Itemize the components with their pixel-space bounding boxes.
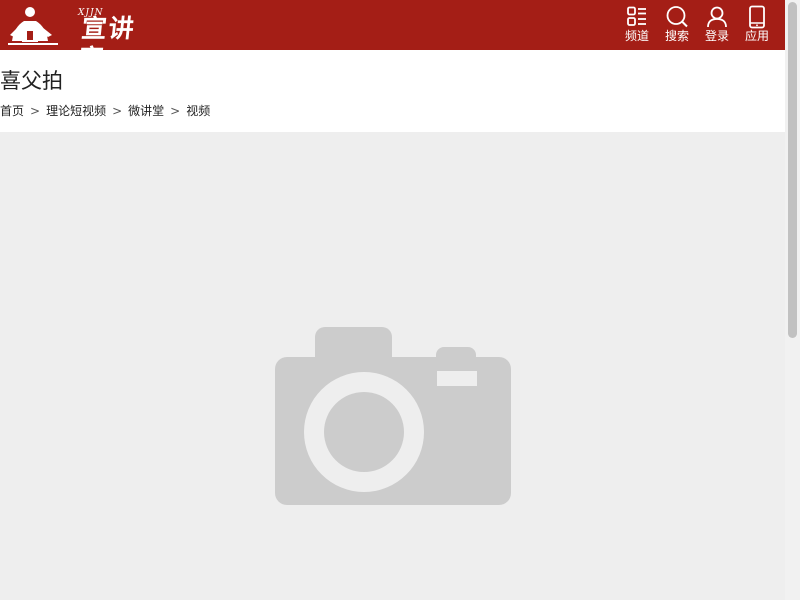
breadcrumb-micro-lecture[interactable]: 微讲堂	[128, 102, 164, 120]
breadcrumb-short-videos[interactable]: 理论短视频	[46, 102, 106, 120]
breadcrumb-video[interactable]: 视频	[186, 102, 210, 120]
video-player[interactable]	[0, 132, 785, 600]
scrollbar[interactable]	[785, 0, 800, 600]
breadcrumb-separator: >	[170, 104, 181, 118]
content: XJJN 宣讲家 频道 搜索 登录 应用 喜父拍 首页 > 理论短视频 > 微讲…	[0, 0, 785, 600]
site-logo[interactable]: XJJN 宣讲家	[8, 5, 158, 73]
nav-search-label: 搜索	[664, 29, 689, 43]
breadcrumb-separator: >	[112, 104, 123, 118]
scrollbar-thumb[interactable]	[788, 2, 797, 338]
nav-search[interactable]: 搜索	[657, 0, 697, 50]
nav-channels[interactable]: 频道	[617, 0, 657, 50]
user-icon	[707, 6, 727, 28]
page-title: 喜父拍	[0, 69, 63, 93]
nav-app-label: 应用	[744, 29, 769, 43]
grid-list-icon	[627, 6, 646, 26]
camera-placeholder-icon	[275, 327, 511, 505]
header-bar: XJJN 宣讲家 频道 搜索 登录 应用	[0, 0, 785, 73]
page: XJJN 宣讲家 频道 搜索 登录 应用 喜父拍 首页 > 理论短视频 > 微讲…	[0, 0, 800, 600]
lecturer-logo-icon	[8, 7, 58, 45]
breadcrumb-separator: >	[30, 104, 41, 118]
breadcrumb: 首页 > 理论短视频 > 微讲堂 > 视频	[0, 102, 210, 120]
breadcrumb-home[interactable]: 首页	[0, 102, 24, 120]
nav-login-label: 登录	[704, 29, 729, 43]
nav-app[interactable]: 应用	[737, 0, 777, 50]
search-icon	[666, 6, 688, 28]
phone-icon	[749, 5, 765, 29]
nav-login[interactable]: 登录	[697, 0, 737, 50]
brand-name: 宣讲家	[76, 14, 138, 73]
header-nav: 频道 搜索 登录 应用	[617, 0, 777, 50]
nav-channels-label: 频道	[624, 29, 649, 43]
